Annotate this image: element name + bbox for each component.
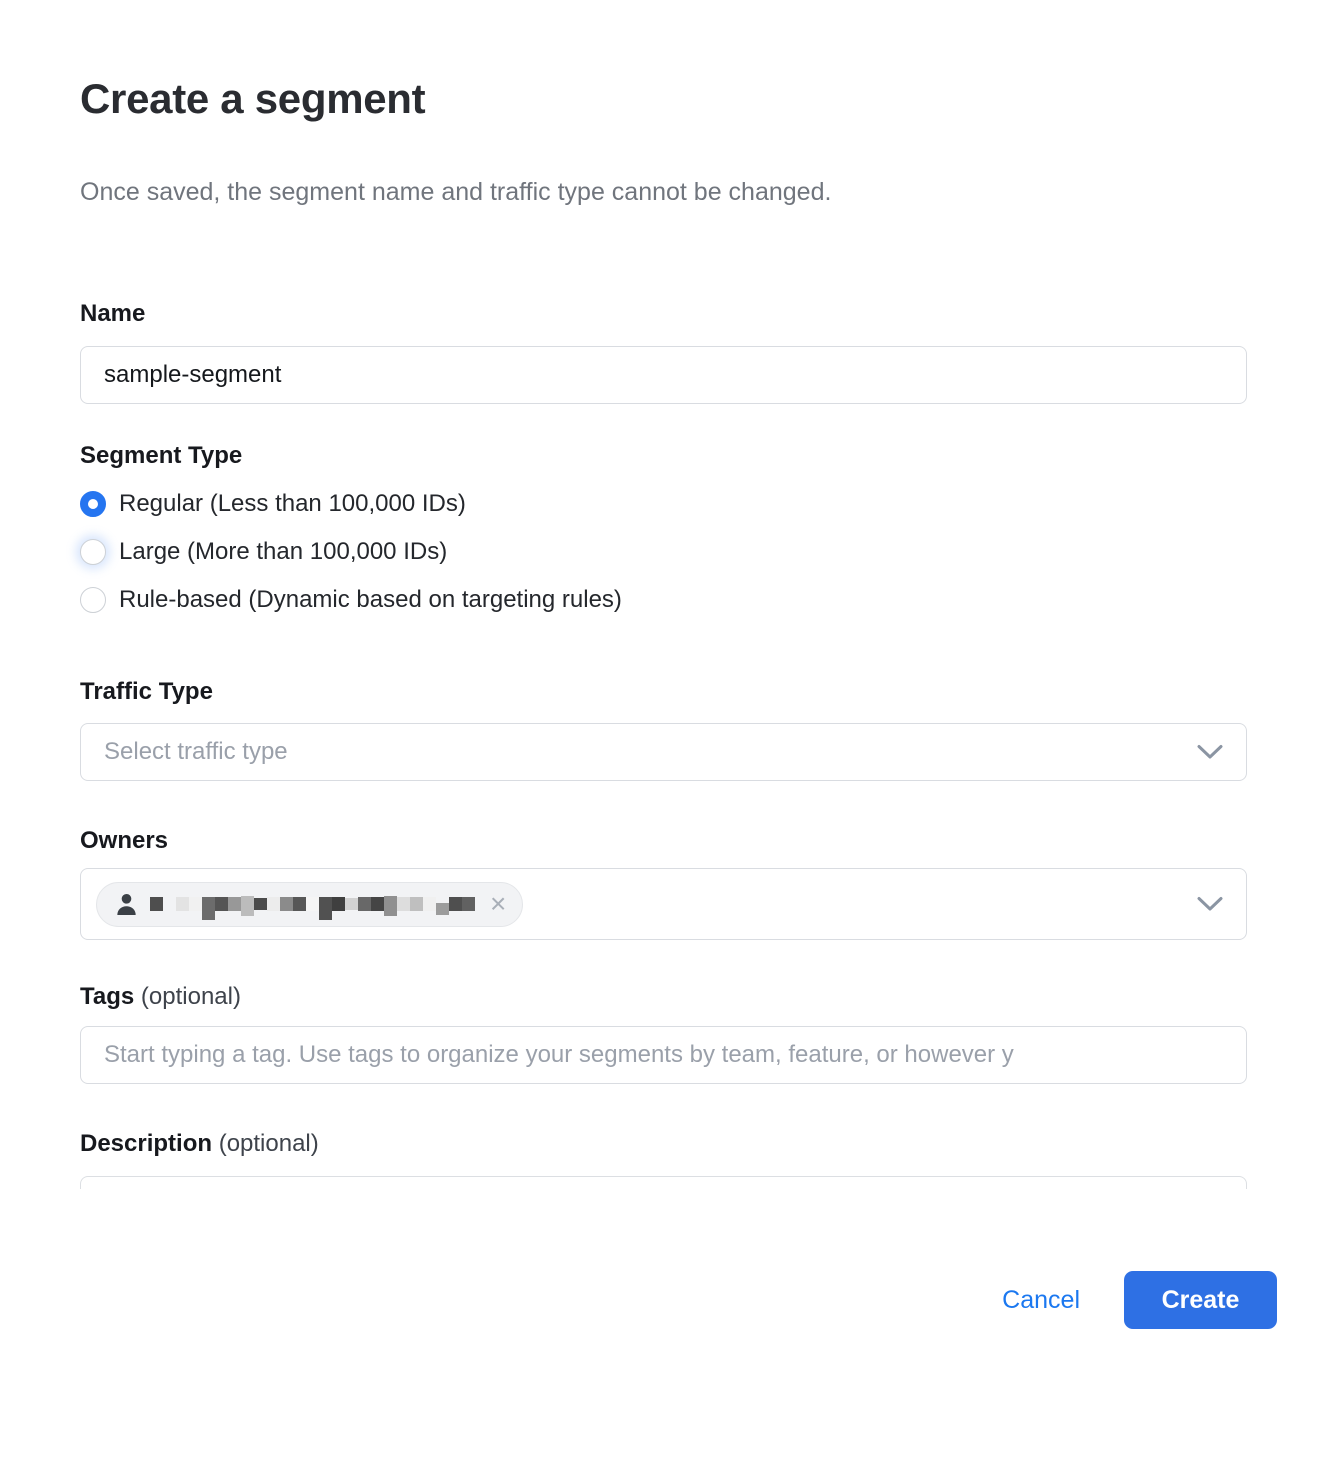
description-textarea[interactable] (80, 1176, 1247, 1189)
description-label: Description (optional) (80, 1129, 1247, 1159)
person-icon (116, 893, 137, 916)
create-segment-dialog: Create a segment Once saved, the segment… (0, 74, 1328, 1329)
segment-type-option-rule-based[interactable]: Rule-based (Dynamic based on targeting r… (80, 583, 1247, 617)
name-label: Name (80, 299, 1247, 329)
traffic-type-label: Traffic Type (80, 677, 1247, 707)
chevron-down-icon (1197, 896, 1223, 912)
radio-large[interactable] (80, 539, 106, 565)
name-input[interactable] (80, 346, 1247, 404)
page-title: Create a segment (80, 74, 1247, 124)
traffic-type-placeholder: Select traffic type (104, 738, 288, 766)
close-icon[interactable]: × (490, 890, 506, 918)
owners-label: Owners (80, 826, 1247, 856)
traffic-type-select[interactable]: Select traffic type (80, 723, 1247, 781)
radio-rule-based[interactable] (80, 587, 106, 613)
owners-select[interactable]: × (80, 868, 1247, 940)
tags-optional-suffix: (optional) (141, 983, 241, 1010)
segment-type-option-large[interactable]: Large (More than 100,000 IDs) (80, 535, 1247, 569)
owner-chip: × (96, 882, 523, 927)
segment-type-label: Segment Type (80, 441, 1247, 471)
create-button[interactable]: Create (1124, 1271, 1277, 1329)
tags-input[interactable] (80, 1026, 1247, 1084)
radio-large-label: Large (More than 100,000 IDs) (119, 535, 447, 569)
owner-name-redacted (150, 889, 475, 919)
tags-label: Tags (optional) (80, 982, 1247, 1012)
cancel-button[interactable]: Cancel (1002, 1286, 1080, 1315)
chevron-down-icon (1197, 744, 1223, 760)
description-optional-suffix: (optional) (219, 1130, 319, 1157)
radio-regular-label: Regular (Less than 100,000 IDs) (119, 487, 466, 521)
page-subtitle: Once saved, the segment name and traffic… (80, 177, 1247, 207)
radio-rule-based-label: Rule-based (Dynamic based on targeting r… (119, 583, 622, 617)
dialog-footer: Cancel Create (80, 1271, 1277, 1329)
radio-regular[interactable] (80, 491, 106, 517)
segment-type-option-regular[interactable]: Regular (Less than 100,000 IDs) (80, 487, 1247, 521)
